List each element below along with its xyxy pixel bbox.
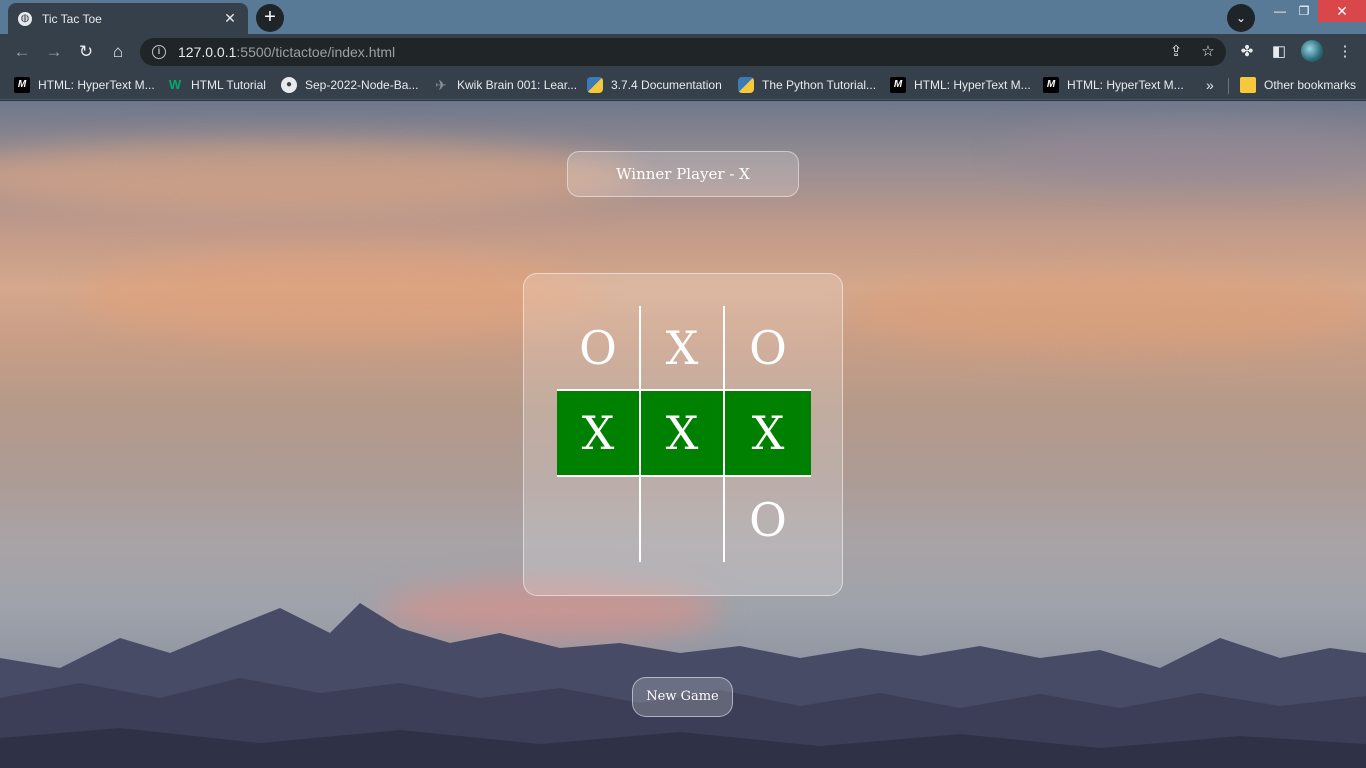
board-panel: O X O X X X O xyxy=(523,273,843,596)
bookmark-item[interactable]: 3.7.4 Documentation xyxy=(587,76,722,94)
page-viewport: Winner Player - X O X O X X X O New Game xyxy=(0,101,1366,768)
board-cell-9[interactable]: O xyxy=(725,477,811,562)
bookmark-item[interactable]: ● Sep-2022-Node-Ba... xyxy=(281,76,418,94)
tab-search-button[interactable]: ⌄ xyxy=(1227,4,1255,32)
other-bookmarks-folder[interactable]: Other bookmarks xyxy=(1240,76,1356,94)
game-status: Winner Player - X xyxy=(567,151,799,197)
bookmark-item[interactable]: The Python Tutorial... xyxy=(738,76,876,94)
globe-icon: ◍ xyxy=(18,11,32,26)
new-tab-button[interactable]: + xyxy=(256,4,284,32)
tab-strip: ◍ Tic Tac Toe ✕ + ⌄ — ❐ ✕ xyxy=(0,0,1366,34)
bookmarks-divider xyxy=(1228,78,1229,94)
site-info-icon[interactable]: i xyxy=(152,45,166,59)
bookmark-label: 3.7.4 Documentation xyxy=(611,78,722,92)
bookmark-label: Kwik Brain 001: Lear... xyxy=(457,78,578,92)
menu-icon[interactable]: ⋮ xyxy=(1331,38,1359,66)
bookmark-label: HTML: HyperText M... xyxy=(914,78,1031,92)
bookmark-label: HTML: HyperText M... xyxy=(38,78,155,92)
bookmark-item[interactable]: ✈ Kwik Brain 001: Lear... xyxy=(433,76,577,94)
bookmark-label: HTML Tutorial xyxy=(191,78,266,92)
side-panel-icon[interactable]: ◧ xyxy=(1265,38,1293,66)
forward-icon[interactable]: → xyxy=(40,38,68,66)
board-cell-3[interactable]: O xyxy=(725,306,811,391)
home-icon[interactable]: ⌂ xyxy=(104,38,132,66)
board-cell-4[interactable]: X xyxy=(557,391,641,477)
board-cell-5[interactable]: X xyxy=(641,391,725,477)
bookmark-label: Sep-2022-Node-Ba... xyxy=(305,78,419,92)
bookmarks-bar: M HTML: HyperText M... W HTML Tutorial ● Se… xyxy=(0,70,1366,100)
cloud-decoration xyxy=(1000,121,1366,181)
board-cell-2[interactable]: X xyxy=(641,306,725,391)
bookmark-item[interactable]: M HTML: HyperText M... xyxy=(1043,76,1184,94)
cloud-decoration xyxy=(80,251,600,341)
bookmark-star-icon[interactable]: ☆ xyxy=(1194,38,1222,66)
python-icon xyxy=(587,77,603,93)
bookmark-item[interactable]: W HTML Tutorial xyxy=(167,76,266,94)
bookmark-label: HTML: HyperText M... xyxy=(1067,78,1184,92)
mdn-icon: M xyxy=(890,77,906,93)
browser-tab[interactable]: ◍ Tic Tac Toe ✕ xyxy=(8,3,248,34)
board-cell-1[interactable]: O xyxy=(557,306,641,391)
tab-title: Tic Tac Toe xyxy=(42,11,102,26)
board-cell-6[interactable]: X xyxy=(725,391,811,477)
python-icon xyxy=(738,77,754,93)
board-cell-7[interactable] xyxy=(557,477,641,562)
cloud-decoration xyxy=(0,141,640,211)
share-icon[interactable]: ⇪ xyxy=(1162,38,1190,66)
new-game-button[interactable]: New Game xyxy=(632,677,733,717)
url-path: :5500/tictactoe/index.html xyxy=(236,44,396,60)
extensions-icon[interactable]: ✤ xyxy=(1233,38,1261,66)
bookmark-item[interactable]: M HTML: HyperText M... xyxy=(890,76,1031,94)
kwik-icon: ✈ xyxy=(435,77,447,93)
close-tab-icon[interactable]: ✕ xyxy=(222,10,238,27)
tic-tac-toe-board: O X O X X X O xyxy=(557,306,811,562)
other-bookmarks-label: Other bookmarks xyxy=(1264,78,1357,92)
github-icon: ● xyxy=(281,77,297,93)
browser-toolbar: ← → ↻ ⌂ i 127.0.0.1:5500/tictactoe/index… xyxy=(0,34,1366,70)
bookmarks-overflow-button[interactable]: » xyxy=(1206,76,1214,94)
window-close-button[interactable]: ✕ xyxy=(1318,0,1366,22)
bookmark-item[interactable]: M HTML: HyperText M... xyxy=(14,76,155,94)
mdn-icon: M xyxy=(14,77,30,93)
url-host: 127.0.0.1 xyxy=(178,44,237,60)
mdn-icon: M xyxy=(1043,77,1059,93)
reload-icon[interactable]: ↻ xyxy=(72,38,100,66)
back-icon[interactable]: ← xyxy=(8,38,36,66)
address-bar[interactable]: i 127.0.0.1:5500/tictactoe/index.html xyxy=(140,38,1226,66)
bookmark-label: The Python Tutorial... xyxy=(762,78,877,92)
cloud-decoration xyxy=(850,271,1366,351)
w3schools-icon: W xyxy=(168,77,182,92)
board-cell-8[interactable] xyxy=(641,477,725,562)
profile-avatar[interactable] xyxy=(1301,40,1323,62)
folder-icon xyxy=(1240,77,1256,93)
